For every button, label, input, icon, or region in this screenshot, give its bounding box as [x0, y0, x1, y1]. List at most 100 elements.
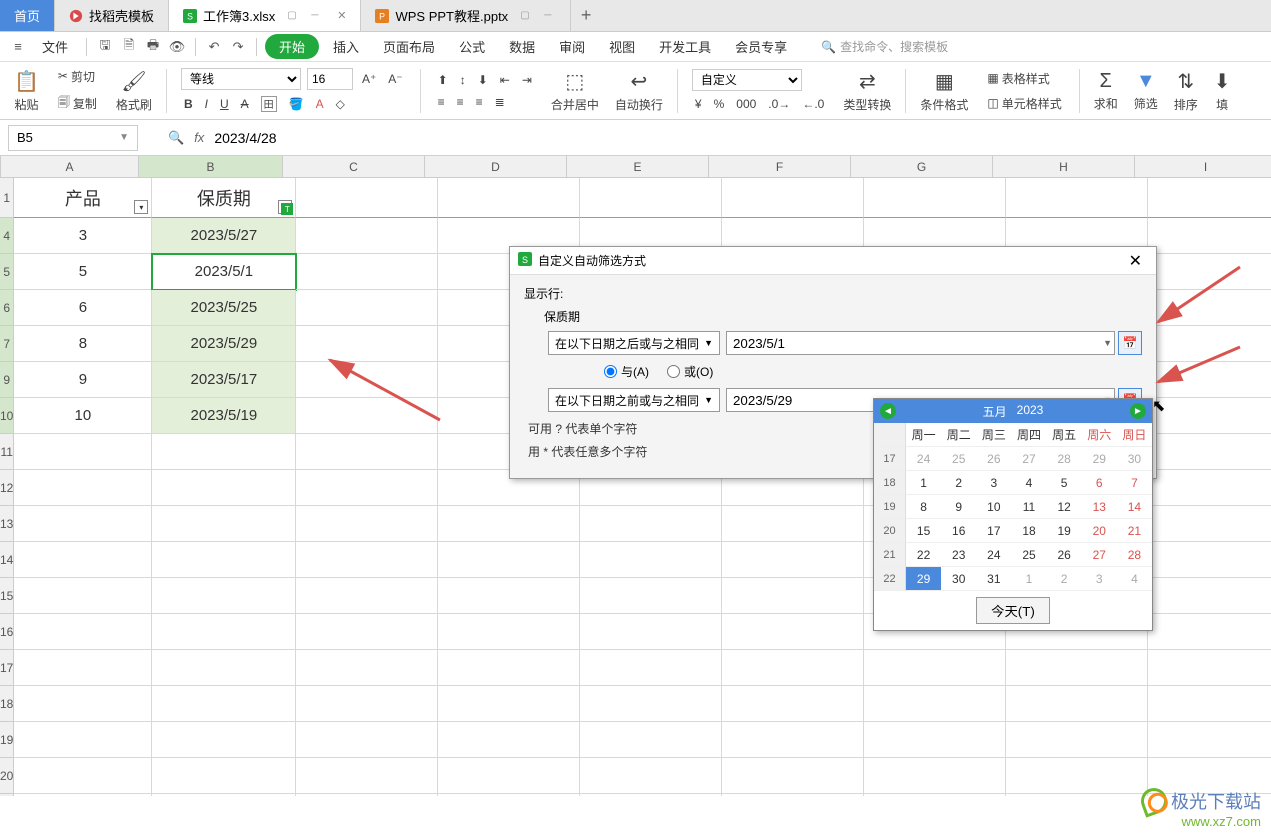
cell[interactable] [580, 542, 722, 578]
cell[interactable] [152, 758, 296, 794]
calendar-day[interactable]: 3 [976, 471, 1011, 495]
italic-button[interactable]: I [202, 95, 211, 113]
cell[interactable]: 2023/5/25 [152, 290, 296, 326]
cell[interactable] [580, 794, 722, 796]
criteria2-operator-select[interactable]: 在以下日期之前或与之相同▼ [548, 388, 720, 412]
col-header-B[interactable]: B [139, 156, 283, 177]
redo-icon[interactable]: ↷ [228, 37, 248, 57]
cell[interactable] [438, 578, 580, 614]
cell[interactable] [296, 326, 438, 362]
calendar-day[interactable]: 21 [1117, 519, 1152, 543]
calendar-day[interactable]: 6 [1082, 471, 1117, 495]
calendar-day[interactable]: 1 [1011, 567, 1046, 591]
cell[interactable] [864, 722, 1006, 758]
calendar-day[interactable]: 29 [906, 567, 941, 591]
cell[interactable] [1148, 362, 1271, 398]
fill-button[interactable]: ⬇填 [1208, 69, 1237, 113]
cell[interactable] [438, 614, 580, 650]
merge-center-button[interactable]: ⬚合并居中 [545, 69, 605, 113]
cell[interactable] [1148, 686, 1271, 722]
cell[interactable] [14, 578, 152, 614]
tab-menu-icon[interactable]: ▢ [520, 10, 532, 22]
calendar-day[interactable]: 14 [1117, 495, 1152, 519]
calendar-day[interactable]: 25 [1011, 543, 1046, 567]
dec-dec-button[interactable]: ←.0 [799, 95, 827, 113]
cell[interactable] [438, 542, 580, 578]
cell[interactable]: 2023/5/17 [152, 362, 296, 398]
row-header-4[interactable]: 4 [0, 218, 14, 254]
cell[interactable]: 2023/5/19 [152, 398, 296, 434]
menu-data[interactable]: 数据 [499, 33, 545, 60]
cell[interactable]: 产品▾ [14, 178, 152, 218]
year-label[interactable]: 2023 [1017, 403, 1044, 420]
indent-inc-button[interactable]: ⇥ [519, 71, 535, 89]
cell[interactable] [152, 434, 296, 470]
col-header-G[interactable]: G [851, 156, 993, 177]
new-tab-button[interactable]: + [571, 0, 601, 31]
cell[interactable] [296, 290, 438, 326]
tab-menu-icon[interactable]: ▢ [287, 10, 299, 22]
cell[interactable] [1148, 326, 1271, 362]
cell[interactable] [1148, 614, 1271, 650]
sum-button[interactable]: Σ求和 [1088, 70, 1124, 112]
or-radio[interactable]: 或(O) [667, 363, 713, 380]
cell[interactable] [296, 578, 438, 614]
cell[interactable] [296, 722, 438, 758]
cell[interactable]: 6 [14, 290, 152, 326]
cell[interactable] [1148, 650, 1271, 686]
col-header-I[interactable]: I [1135, 156, 1271, 177]
cell[interactable] [580, 614, 722, 650]
print-icon[interactable]: 🖶 [143, 37, 163, 57]
calendar-day[interactable]: 29 [1082, 447, 1117, 471]
cell[interactable] [1148, 506, 1271, 542]
menu-dev[interactable]: 开发工具 [649, 33, 721, 60]
menu-view[interactable]: 视图 [599, 33, 645, 60]
cell[interactable]: 2023/5/27 [152, 218, 296, 254]
calendar-day[interactable]: 12 [1047, 495, 1082, 519]
calendar-day[interactable]: 18 [1011, 519, 1046, 543]
name-box[interactable]: B5▼ [8, 125, 138, 151]
cell[interactable] [580, 686, 722, 722]
row-header-17[interactable]: 17 [0, 650, 14, 686]
undo-icon[interactable]: ↶ [204, 37, 224, 57]
row-header-20[interactable]: 20 [0, 758, 14, 794]
fill-color-button[interactable]: 🪣 [286, 95, 307, 113]
calendar-day[interactable]: 24 [976, 543, 1011, 567]
calendar-day[interactable]: 26 [1047, 543, 1082, 567]
cell[interactable] [296, 470, 438, 506]
cell[interactable] [14, 614, 152, 650]
cell[interactable]: 保质期▾T [152, 178, 296, 218]
calendar-day[interactable]: 28 [1117, 543, 1152, 567]
cell[interactable] [580, 506, 722, 542]
cell[interactable] [722, 722, 864, 758]
cell[interactable] [580, 178, 722, 218]
cell[interactable] [1006, 758, 1148, 794]
cell[interactable] [14, 794, 152, 796]
table-style-button[interactable]: ▦表格样式 [984, 68, 1064, 89]
calendar-day[interactable]: 15 [906, 519, 941, 543]
cell[interactable] [14, 686, 152, 722]
col-header-H[interactable]: H [993, 156, 1135, 177]
calendar-day[interactable]: 13 [1082, 495, 1117, 519]
cell[interactable] [722, 578, 864, 614]
menu-vip[interactable]: 会员专享 [725, 33, 797, 60]
cell[interactable] [1006, 650, 1148, 686]
cell[interactable] [1006, 686, 1148, 722]
cell[interactable] [1148, 254, 1271, 290]
cut-button[interactable]: ✂剪切 [55, 66, 100, 87]
calendar-day[interactable]: 20 [1082, 519, 1117, 543]
cell[interactable] [296, 614, 438, 650]
cell[interactable] [296, 650, 438, 686]
menu-layout[interactable]: 页面布局 [373, 33, 445, 60]
col-header-F[interactable]: F [709, 156, 851, 177]
filter-dropdown-button[interactable]: ▾ [134, 200, 148, 214]
calendar-day[interactable]: 7 [1117, 471, 1152, 495]
criteria1-operator-select[interactable]: 在以下日期之后或与之相同▼ [548, 331, 720, 355]
tab-workbook[interactable]: S 工作簿3.xlsx ▢ ─ ✕ [169, 0, 361, 31]
cell[interactable] [722, 506, 864, 542]
cell[interactable] [14, 650, 152, 686]
cell[interactable] [296, 218, 438, 254]
cell[interactable] [438, 506, 580, 542]
clear-format-button[interactable]: ◇ [333, 95, 348, 113]
col-header-D[interactable]: D [425, 156, 567, 177]
